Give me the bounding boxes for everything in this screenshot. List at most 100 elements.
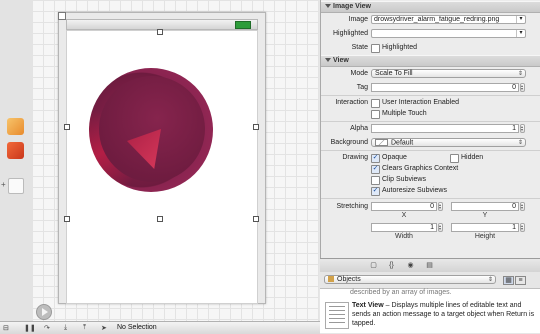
- divider: [321, 121, 540, 122]
- alpha-label: Alpha: [350, 125, 368, 132]
- stretch-width-stepper[interactable]: [438, 223, 443, 232]
- resize-handle-bottom[interactable]: [157, 216, 163, 222]
- step-over-icon[interactable]: ↷: [44, 324, 50, 332]
- library-selector[interactable]: Objects ⇕: [324, 275, 496, 284]
- view-controller-icon[interactable]: [8, 178, 24, 194]
- background-value: Default: [391, 139, 414, 147]
- alpha-field[interactable]: 1: [371, 124, 519, 133]
- code-snippet-icon[interactable]: {}: [387, 262, 396, 269]
- stretch-height-field[interactable]: 1: [451, 223, 519, 232]
- hidden-label: Hidden: [461, 154, 484, 161]
- autoresize-label: Autoresize Subviews: [382, 187, 447, 194]
- combo-arrow-icon[interactable]: ▾: [516, 30, 525, 37]
- play-icon[interactable]: [36, 304, 52, 320]
- battery-icon: [235, 21, 251, 29]
- state-label: State: [351, 44, 368, 51]
- file-template-icon[interactable]: ▢: [369, 262, 378, 269]
- clears-graphics-checkbox[interactable]: ✓: [371, 165, 380, 174]
- highlighted-combo[interactable]: ▾: [371, 29, 526, 38]
- library-partial-text: described by an array of images.: [350, 289, 452, 296]
- grid-view-icon[interactable]: ▦: [503, 276, 514, 285]
- image-label: Image: [348, 16, 368, 23]
- text-view-thumbnail-icon[interactable]: [325, 302, 349, 329]
- color-swatch-icon: [375, 139, 388, 146]
- hide-panel-icon[interactable]: ⊟: [3, 324, 9, 332]
- stretching-label: Stretching: [336, 203, 368, 210]
- height-label: Height: [474, 233, 496, 240]
- close-icon[interactable]: [58, 12, 66, 20]
- step-out-icon[interactable]: ⤒: [83, 324, 86, 332]
- section-title: Image View: [333, 3, 372, 10]
- image-combo[interactable]: drowsydriver_alarm_fatigue_redring.png ▾: [371, 15, 526, 24]
- selection-status: No Selection: [117, 324, 157, 331]
- mode-label: Mode: [350, 70, 368, 77]
- left-object-strip: +: [0, 0, 33, 321]
- tag-label: Tag: [356, 84, 368, 91]
- list-view-icon[interactable]: ≡: [515, 276, 526, 285]
- resize-handle-left[interactable]: [64, 124, 70, 130]
- stretch-x-field[interactable]: 0: [371, 202, 437, 211]
- library-tab-bar: ▢ {} ◉ ▤: [320, 258, 540, 273]
- image-combo-value: drowsydriver_alarm_fatigue_redring.png: [374, 16, 500, 23]
- section-title: View: [333, 57, 349, 64]
- media-library-icon[interactable]: ▤: [425, 262, 434, 269]
- clears-graphics-label: Clears Graphics Context: [382, 165, 459, 172]
- opaque-label: Opaque: [382, 154, 407, 161]
- object-library-icon[interactable]: ◉: [406, 262, 415, 269]
- divider: [321, 198, 540, 199]
- hidden-checkbox[interactable]: [450, 154, 459, 163]
- background-popup[interactable]: Default ⇕: [371, 138, 526, 147]
- updown-arrows-icon: ⇕: [517, 140, 523, 146]
- stretch-height-stepper[interactable]: [520, 223, 525, 232]
- clip-subviews-checkbox[interactable]: [371, 176, 380, 185]
- multiple-touch-label: Multiple Touch: [382, 110, 427, 117]
- plus-icon[interactable]: +: [1, 180, 6, 189]
- resize-handle-bottom-left[interactable]: [64, 216, 70, 222]
- autoresize-checkbox[interactable]: ✓: [371, 187, 380, 196]
- interaction-label: Interaction: [335, 99, 368, 106]
- resize-handle-top[interactable]: [157, 29, 163, 35]
- updown-arrows-icon: ⇕: [487, 277, 493, 283]
- state-highlighted-label: Highlighted: [382, 44, 418, 51]
- drawing-label: Drawing: [342, 154, 368, 161]
- cube-object-icon[interactable]: [7, 118, 24, 135]
- mode-popup[interactable]: Scale To Fill ⇕: [371, 69, 526, 78]
- section-view[interactable]: View: [321, 55, 540, 67]
- combo-arrow-icon[interactable]: ▾: [516, 16, 525, 23]
- mode-value: Scale To Fill: [375, 70, 413, 77]
- object-orange-icon[interactable]: [7, 142, 24, 159]
- opaque-checkbox[interactable]: ✓: [371, 154, 380, 163]
- user-interaction-label: User Interaction Enabled: [382, 99, 460, 106]
- user-interaction-checkbox[interactable]: [371, 99, 380, 108]
- pause-icon[interactable]: ❚❚: [24, 324, 36, 332]
- highlighted-label: Highlighted: [332, 30, 368, 37]
- disclosure-triangle-icon[interactable]: [325, 58, 331, 62]
- tag-stepper[interactable]: [520, 83, 525, 92]
- stretch-y-stepper[interactable]: [520, 202, 525, 211]
- multiple-touch-checkbox[interactable]: [371, 110, 380, 119]
- objects-icon: [328, 276, 334, 283]
- stretch-x-stepper[interactable]: [438, 202, 443, 211]
- state-highlighted-checkbox[interactable]: [371, 44, 380, 53]
- text-view-description[interactable]: Text View – Displays multiple lines of e…: [352, 301, 536, 328]
- background-label: Background: [330, 139, 368, 146]
- stretch-y-field[interactable]: 0: [451, 202, 519, 211]
- debug-bar: ⊟ ❚❚ ↷ ⤓ ⤒ ➤ No Selection: [0, 321, 320, 334]
- text-view-title: Text View: [352, 302, 384, 309]
- divider: [321, 150, 540, 151]
- tag-field[interactable]: 0: [371, 83, 519, 92]
- resize-handle-bottom-right[interactable]: [253, 216, 259, 222]
- y-label: Y: [482, 212, 488, 219]
- section-image-view[interactable]: Image View: [321, 1, 540, 13]
- stretch-width-field[interactable]: 1: [371, 223, 437, 232]
- x-label: X: [401, 212, 407, 219]
- resize-handle-right[interactable]: [253, 124, 259, 130]
- disclosure-triangle-icon[interactable]: [325, 4, 331, 8]
- library-selector-value: Objects: [337, 276, 361, 283]
- width-label: Width: [395, 233, 413, 240]
- updown-arrows-icon: ⇕: [517, 71, 523, 77]
- divider: [321, 95, 540, 96]
- alpha-stepper[interactable]: [520, 124, 525, 133]
- location-icon[interactable]: ➤: [101, 324, 107, 332]
- step-in-icon[interactable]: ⤓: [64, 324, 67, 332]
